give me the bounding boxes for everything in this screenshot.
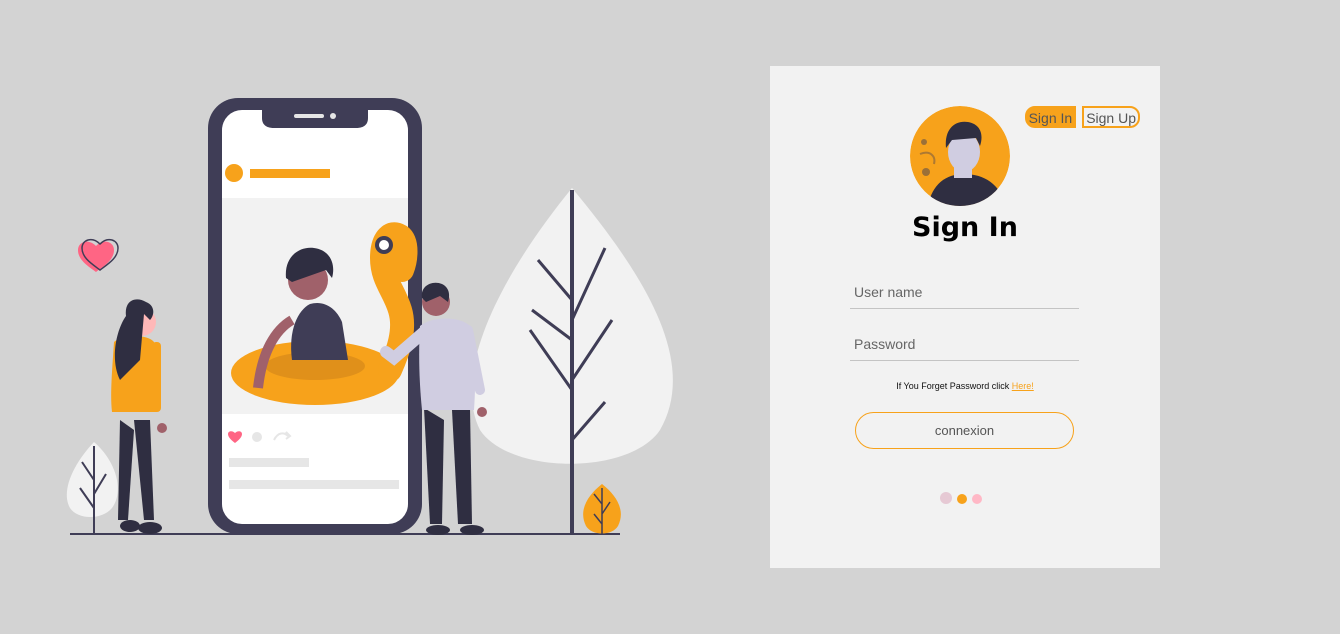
forgot-password-link[interactable]: Here! [1012, 381, 1034, 391]
hero-illustration [66, 98, 673, 535]
sign-in-card: Sign In Sign Up Sign In If You Forget Pa… [770, 66, 1160, 568]
connexion-button[interactable]: connexion [855, 412, 1074, 449]
tab-sign-up[interactable]: Sign Up [1082, 106, 1140, 128]
woman-illustration [111, 299, 167, 534]
password-input[interactable] [850, 327, 1079, 361]
auth-tab-switch: Sign In Sign Up [1024, 106, 1140, 128]
forgot-password-label: If You Forget Password click [896, 381, 1012, 391]
forgot-password-text: If You Forget Password click Here! [770, 381, 1160, 391]
tree-small-orange [583, 484, 621, 534]
phone-illustration [208, 98, 422, 534]
loading-dots-icon [940, 492, 982, 504]
tab-sign-in[interactable]: Sign In [1024, 106, 1077, 128]
tree-small-white [66, 442, 118, 534]
user-avatar-icon [910, 106, 1010, 206]
heart-icon [78, 238, 119, 272]
tree-large [471, 188, 673, 534]
page-title: Sign In [912, 212, 1018, 243]
username-input[interactable] [850, 275, 1079, 309]
